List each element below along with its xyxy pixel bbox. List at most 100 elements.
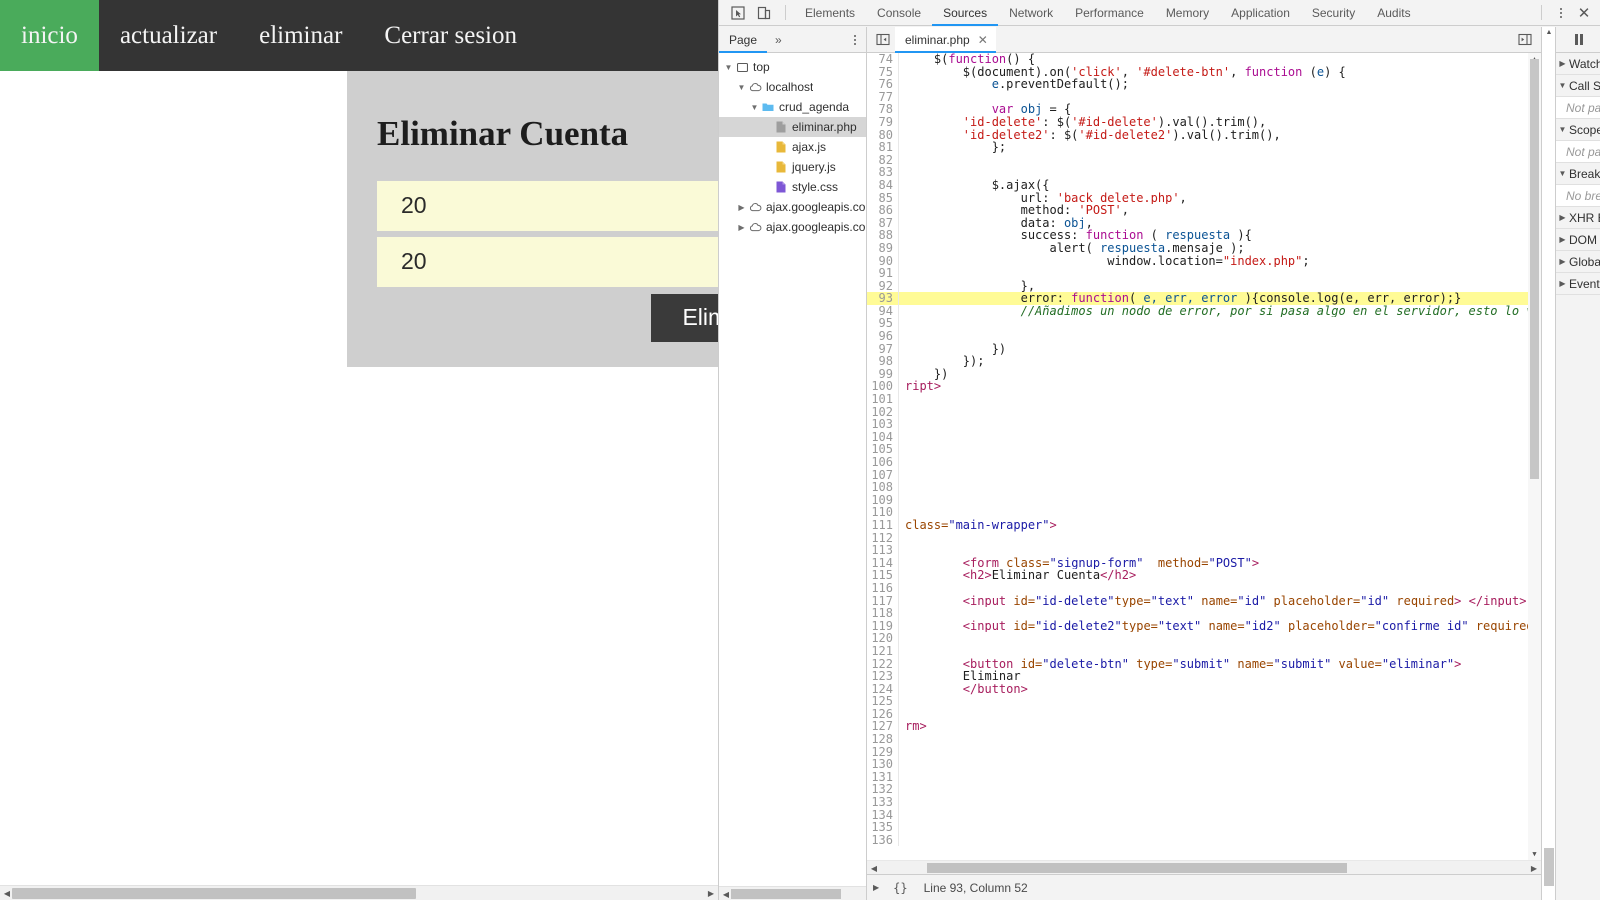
line-number[interactable]: 103 — [867, 418, 899, 431]
code-line[interactable]: 134 — [867, 809, 1541, 822]
line-number[interactable]: 74 — [867, 53, 899, 66]
editor-scroll-left-arrow-icon[interactable]: ◀ — [867, 861, 881, 876]
code-line[interactable]: 129 — [867, 746, 1541, 759]
debugger-section-scope[interactable]: ▼ Scope — [1556, 119, 1600, 141]
line-number[interactable]: 135 — [867, 821, 899, 834]
line-number[interactable]: 98 — [867, 355, 899, 368]
code-line[interactable]: 94 //Añadimos un nodo de error, por si p… — [867, 305, 1541, 318]
code-line[interactable]: 119 <input id="id-delete2"type="text" na… — [867, 620, 1541, 633]
line-number[interactable]: 108 — [867, 481, 899, 494]
code-line[interactable]: 77 — [867, 91, 1541, 104]
code-line[interactable]: 113 — [867, 544, 1541, 557]
code-line[interactable]: 118 — [867, 607, 1541, 620]
editor-vertical-scrollbar[interactable]: ▲ ▼ — [1528, 53, 1541, 860]
line-number[interactable]: 133 — [867, 796, 899, 809]
chevron-right-icon[interactable]: ▶ — [1556, 279, 1569, 288]
tree-item-localhost[interactable]: ▼ localhost — [719, 77, 866, 97]
pause-icon[interactable] — [1574, 34, 1583, 45]
code-line[interactable]: 107 — [867, 468, 1541, 482]
code-line[interactable]: 103 — [867, 418, 1541, 431]
code-line[interactable]: 98 }); — [867, 355, 1541, 368]
tree-item-crud-agenda[interactable]: ▼ crud_agenda — [719, 97, 866, 117]
pretty-print-icon[interactable]: {} — [885, 881, 915, 895]
code-line[interactable]: 125 — [867, 695, 1541, 708]
chevrons-right-icon[interactable]: » — [767, 33, 790, 47]
tab-audits[interactable]: Audits — [1366, 0, 1421, 26]
tab-network[interactable]: Network — [998, 0, 1064, 26]
tree-item-ajax-js[interactable]: ▶ ajax.js — [719, 137, 866, 157]
debugger-scroll-up-arrow-icon[interactable]: ▲ — [1542, 29, 1556, 36]
code-line[interactable]: 76 e.preventDefault(); — [867, 78, 1541, 91]
chevron-down-icon[interactable]: ▼ — [1556, 81, 1569, 90]
chevron-right-icon[interactable]: ▶ — [1556, 257, 1569, 266]
close-icon[interactable]: ✕ — [978, 33, 988, 47]
nav-item-cerrar-sesion[interactable]: Cerrar sesion — [363, 0, 538, 71]
debugger-scroll-thumb[interactable] — [1544, 848, 1554, 886]
line-number[interactable]: 130 — [867, 758, 899, 771]
code-line[interactable]: 114 <form class="signup-form" method="PO… — [867, 557, 1541, 570]
editor-tab-eliminar-php[interactable]: eliminar.php ✕ — [895, 26, 996, 53]
chevron-down-icon[interactable]: ▼ — [723, 63, 734, 72]
chevron-right-icon[interactable]: ▶ — [1556, 213, 1569, 222]
chevron-right-icon[interactable]: ▶ — [736, 203, 747, 212]
line-number[interactable]: 91 — [867, 267, 899, 280]
id-delete2-input[interactable] — [377, 236, 718, 287]
chevron-down-icon[interactable]: ▼ — [736, 83, 747, 92]
code-line[interactable]: 99 }) — [867, 368, 1541, 381]
nav-hscroll-thumb[interactable] — [731, 889, 841, 899]
code-line[interactable]: 120 — [867, 632, 1541, 645]
code-line[interactable]: 91 — [867, 267, 1541, 280]
code-line[interactable]: 97 }) — [867, 343, 1541, 356]
nav-item-actualizar[interactable]: actualizar — [99, 0, 238, 71]
code-line[interactable]: 116 — [867, 582, 1541, 595]
code-line[interactable]: 112 — [867, 531, 1541, 545]
page-hscroll-thumb[interactable] — [12, 888, 416, 899]
code-line[interactable]: 131 — [867, 771, 1541, 784]
code-line[interactable]: 126 — [867, 708, 1541, 721]
navigator-kebab-menu-icon[interactable] — [844, 28, 866, 52]
code-line[interactable]: 136 — [867, 834, 1541, 847]
line-number[interactable]: 136 — [867, 834, 899, 847]
code-line[interactable]: 82 — [867, 154, 1541, 167]
line-number[interactable]: 116 — [867, 582, 899, 595]
debugger-section-xhr-breakpoints[interactable]: ▶XHR Breakpoints — [1556, 207, 1600, 229]
debugger-section-breakpoints[interactable]: ▼Breakpoints — [1556, 163, 1600, 185]
scroll-down-arrow-icon[interactable]: ▼ — [1528, 848, 1541, 860]
line-number[interactable]: 111 — [867, 519, 899, 532]
chevron-right-icon[interactable]: ▶ — [1556, 59, 1569, 68]
code-line[interactable]: 108 — [867, 481, 1541, 494]
tab-console[interactable]: Console — [866, 0, 932, 26]
page-horizontal-scrollbar[interactable]: ◀ ▶ — [0, 885, 718, 900]
code-line[interactable]: 109 — [867, 494, 1541, 507]
code-line[interactable]: 80 'id-delete2': $('#id-delete2').val().… — [867, 128, 1541, 142]
line-number[interactable]: 76 — [867, 78, 899, 91]
code-line[interactable]: 95 — [867, 317, 1541, 331]
editor-horizontal-scrollbar[interactable]: ◀ ▶ — [867, 860, 1541, 874]
line-number[interactable]: 96 — [867, 330, 899, 343]
line-number[interactable]: 123 — [867, 670, 899, 683]
inspect-cursor-icon[interactable] — [725, 1, 751, 25]
code-line[interactable]: 133 — [867, 796, 1541, 809]
code-line[interactable]: 86 method: 'POST', — [867, 204, 1541, 217]
code-line[interactable]: 74 $(function() { — [867, 53, 1541, 66]
code-line[interactable]: 104 — [867, 431, 1541, 444]
line-number[interactable]: 89 — [867, 242, 899, 255]
tree-item-style-css[interactable]: ▶ style.css — [719, 177, 866, 197]
code-line[interactable]: 132 — [867, 783, 1541, 797]
code-line[interactable]: 85 url: 'back_delete.php', — [867, 191, 1541, 205]
debugger-section-watch[interactable]: ▶ Watch — [1556, 53, 1600, 75]
code-line[interactable]: 122 <button id="delete-btn" type="submit… — [867, 657, 1541, 671]
code-line[interactable]: 81 }; — [867, 141, 1541, 154]
code-line[interactable]: 83 — [867, 166, 1541, 179]
device-toolbar-icon[interactable] — [751, 1, 777, 25]
line-number[interactable]: 79 — [867, 116, 899, 129]
line-number[interactable]: 118 — [867, 607, 899, 620]
code-line[interactable]: 75 $(document).on('click', '#delete-btn'… — [867, 65, 1541, 79]
code-line[interactable]: 117 <input id="id-delete"type="text" nam… — [867, 594, 1541, 608]
code-line[interactable]: 121 — [867, 645, 1541, 658]
line-number[interactable]: 93 — [867, 292, 899, 305]
code-line[interactable]: 128 — [867, 733, 1541, 746]
code-line[interactable]: 110 — [867, 506, 1541, 519]
chevron-down-icon[interactable]: ▼ — [749, 103, 760, 112]
tab-memory[interactable]: Memory — [1155, 0, 1220, 26]
